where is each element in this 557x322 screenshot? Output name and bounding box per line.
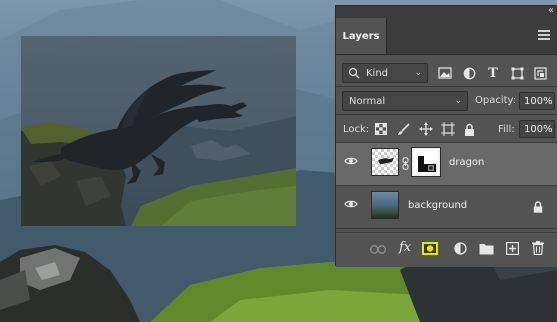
link-layers-icon[interactable] bbox=[370, 245, 386, 257]
tab-layers[interactable]: Layers bbox=[336, 18, 387, 54]
filter-kind-label: Kind bbox=[366, 67, 389, 79]
type-filter-icon[interactable]: T bbox=[486, 65, 500, 81]
panel-title-strip: ‹‹ bbox=[336, 5, 557, 18]
lock-transparent-pixels-icon[interactable] bbox=[375, 123, 387, 135]
layers-panel: ‹‹ Layers Kind ⌄ T Normal ⌄ Opacity: 100… bbox=[335, 5, 557, 267]
fill-field[interactable]: 100% bbox=[519, 120, 555, 138]
layer-thumbnail-dragon bbox=[371, 148, 399, 176]
layer-name-background[interactable]: background bbox=[408, 200, 467, 211]
blend-mode-dropdown[interactable]: Normal ⌄ bbox=[342, 91, 468, 111]
smart-object-filter-icon[interactable] bbox=[533, 66, 547, 80]
lock-label: Lock: bbox=[343, 124, 370, 135]
filter-kind-dropdown[interactable]: Kind ⌄ bbox=[342, 63, 428, 83]
mask-link-icon[interactable] bbox=[401, 156, 409, 170]
lock-position-icon[interactable] bbox=[419, 122, 433, 136]
shape-filter-icon[interactable] bbox=[510, 66, 524, 80]
layer-lock-icon[interactable] bbox=[532, 200, 543, 213]
layer-mask-thumbnail[interactable] bbox=[411, 147, 441, 177]
opacity-field[interactable]: 100% bbox=[519, 92, 555, 110]
new-layer-icon[interactable] bbox=[506, 242, 520, 258]
panel-menu-icon[interactable] bbox=[538, 30, 550, 42]
fill-label: Fill: bbox=[498, 124, 515, 135]
layers-panel-footer: fx bbox=[336, 232, 557, 267]
group-folder-icon[interactable] bbox=[479, 243, 494, 258]
trash-icon[interactable] bbox=[532, 241, 544, 258]
lock-all-icon[interactable] bbox=[463, 122, 475, 136]
image-filter-icon[interactable] bbox=[438, 66, 452, 80]
lock-row: Lock: Fill: 100% bbox=[336, 116, 557, 142]
dragon-layer-bounds[interactable] bbox=[21, 36, 296, 226]
layer-thumbnail-background bbox=[371, 191, 399, 219]
opacity-label: Opacity: bbox=[475, 95, 517, 106]
search-icon bbox=[348, 67, 360, 79]
collapse-panel-icon[interactable]: ‹‹ bbox=[548, 5, 554, 16]
layer-row-dragon[interactable]: dragon bbox=[336, 143, 557, 186]
divider bbox=[336, 114, 557, 115]
canvas-dim-overlay bbox=[21, 36, 296, 226]
chevron-down-icon: ⌄ bbox=[414, 68, 422, 78]
layer-name-dragon[interactable]: dragon bbox=[449, 157, 484, 168]
blend-mode-value: Normal bbox=[349, 95, 386, 107]
blend-row: Normal ⌄ Opacity: 100% bbox=[336, 88, 557, 114]
adjustment-layer-icon[interactable] bbox=[454, 242, 468, 259]
layer-row-background[interactable]: background bbox=[336, 186, 557, 229]
panel-tab-bar: Layers bbox=[336, 18, 557, 55]
adjustment-filter-icon[interactable] bbox=[462, 66, 476, 80]
lock-image-pixels-icon[interactable] bbox=[397, 122, 410, 136]
layer-mask-icon[interactable] bbox=[422, 242, 438, 258]
lock-artboard-icon[interactable] bbox=[441, 122, 455, 136]
filter-row: Kind ⌄ T bbox=[336, 60, 557, 86]
visibility-eye-icon[interactable] bbox=[344, 156, 358, 169]
chevron-down-icon: ⌄ bbox=[454, 96, 462, 106]
fx-icon[interactable]: fx bbox=[399, 240, 411, 255]
divider bbox=[336, 86, 557, 87]
visibility-eye-icon[interactable] bbox=[344, 199, 358, 212]
